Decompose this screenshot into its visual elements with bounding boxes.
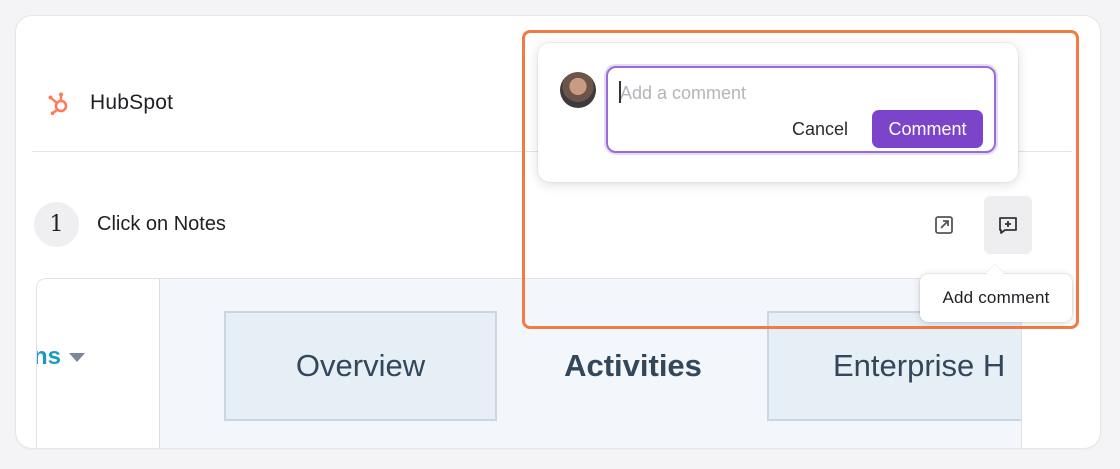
text-cursor — [619, 81, 621, 103]
screenshot-tab-enterprise: Enterprise H — [767, 311, 1021, 421]
step-instruction: Click on Notes — [97, 213, 226, 235]
comment-popover: Cancel Comment — [538, 43, 1018, 182]
brand-name: HubSpot — [90, 91, 174, 114]
screenshot-tab-activities: Activities — [564, 348, 702, 383]
embedded-screenshot: ns Overview Activities Enterprise H — [36, 278, 1022, 448]
screenshot-sidebar-label: ns — [37, 343, 86, 371]
comment-input[interactable] — [620, 80, 980, 106]
submit-comment-button[interactable]: Comment — [872, 110, 983, 148]
step-number-badge: 1 — [34, 202, 79, 247]
step-row: 1 Click on Notes — [34, 202, 226, 247]
screenshot-sidebar: ns — [37, 279, 160, 448]
open-external-button[interactable] — [924, 196, 964, 254]
caret-down-icon — [69, 352, 86, 362]
hubspot-logo-icon — [46, 90, 72, 116]
screenshot-content: Overview Activities Enterprise H — [160, 279, 1021, 448]
open-external-icon — [935, 216, 953, 234]
user-avatar — [560, 72, 596, 108]
add-comment-tooltip: Add comment — [920, 274, 1072, 322]
screenshot-sidebar-text: ns — [37, 343, 62, 370]
brand-header: HubSpot — [46, 90, 173, 116]
cancel-button[interactable]: Cancel — [778, 111, 862, 147]
comment-box: Cancel Comment — [606, 66, 996, 153]
add-comment-button[interactable] — [984, 196, 1032, 254]
step-actions — [924, 196, 1032, 254]
screenshot-tab-overview: Overview — [224, 311, 497, 421]
add-comment-icon — [999, 217, 1017, 234]
